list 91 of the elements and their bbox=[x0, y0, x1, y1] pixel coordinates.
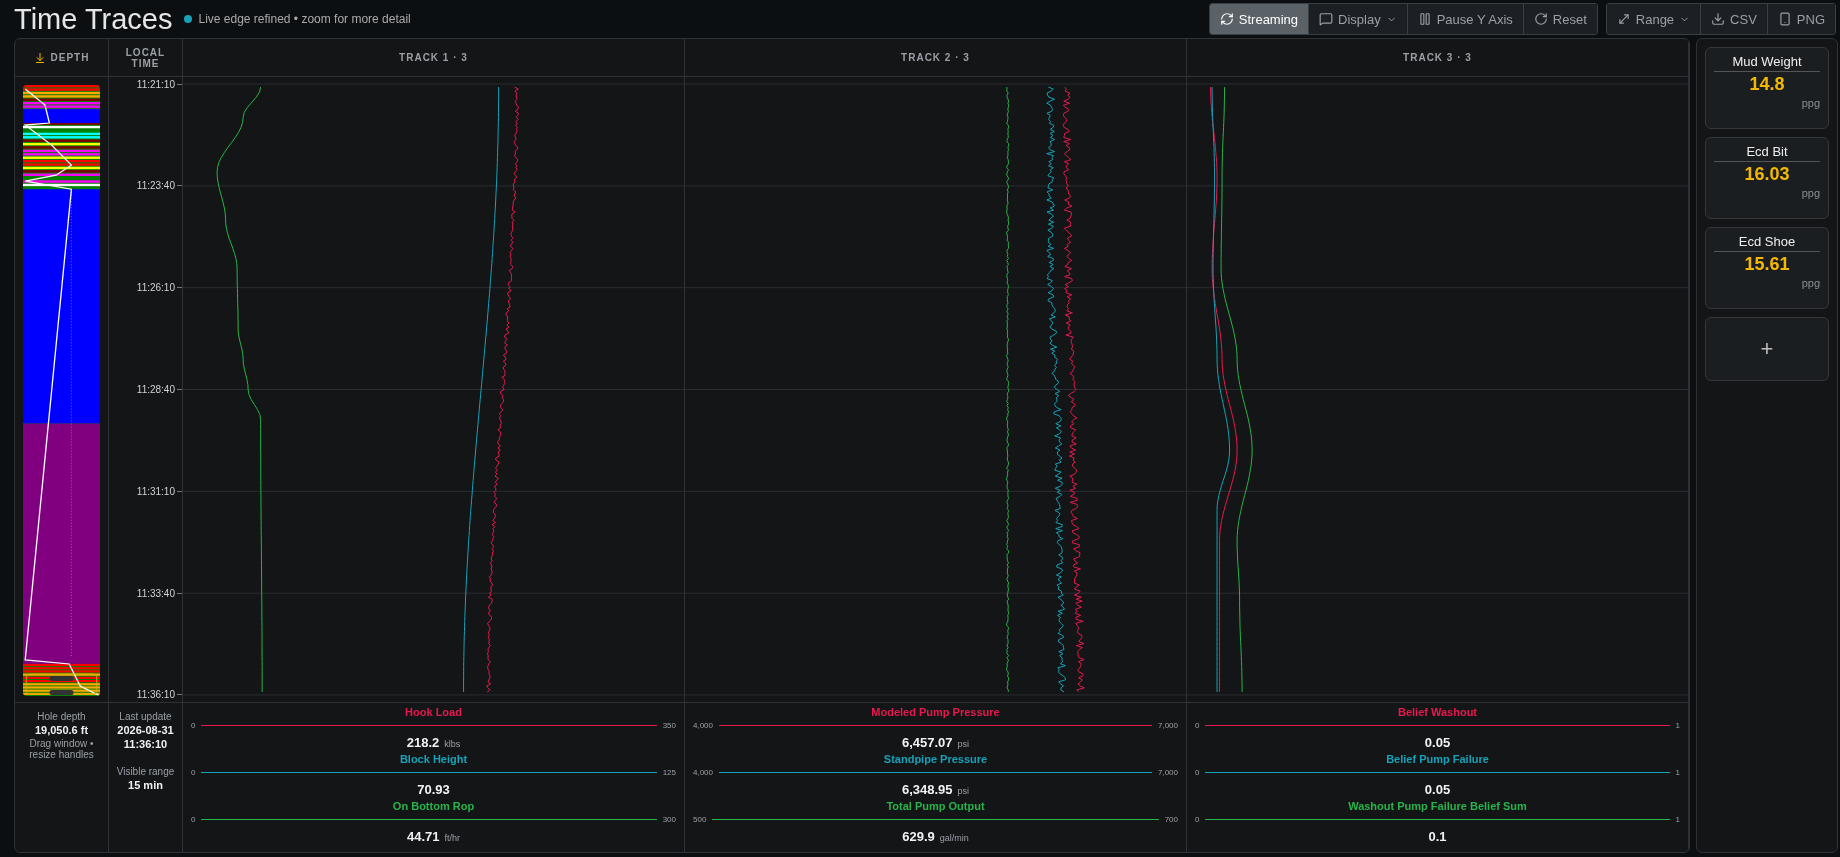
last-update-time: 11:36:10 bbox=[123, 738, 168, 750]
time-tick-label: 11:31:10 bbox=[136, 485, 175, 497]
refresh-icon bbox=[1219, 12, 1234, 26]
visible-range-label: Visible range bbox=[116, 766, 175, 777]
curve-value: 70.93 bbox=[417, 782, 450, 797]
scale-max: 1 bbox=[1675, 767, 1680, 777]
page-title: Time Traces bbox=[14, 2, 173, 36]
metric-value: 14.8 bbox=[1749, 74, 1785, 95]
curve-name: Block Height bbox=[399, 753, 468, 765]
scale-min: 500 bbox=[693, 814, 707, 824]
toolbar-button[interactable]: Range bbox=[1606, 4, 1701, 34]
curve-value: 0.05 bbox=[1424, 735, 1451, 750]
curve-name: Belief Washout bbox=[1397, 706, 1477, 718]
drag-hint: Drag window • resize handles bbox=[28, 738, 95, 760]
track-header: TRACK 3 · 3 bbox=[1403, 52, 1472, 63]
add-card-button[interactable]: + bbox=[1705, 317, 1829, 381]
scale-max: 7,000 bbox=[1157, 720, 1178, 730]
last-update-label: Last update bbox=[119, 711, 172, 722]
metric-title: Ecd Bit bbox=[1714, 144, 1820, 162]
time-tick-label: 11:26:10 bbox=[136, 282, 175, 294]
curve-unit: ft/hr bbox=[444, 833, 461, 843]
metric-unit: ppg bbox=[1801, 277, 1820, 289]
status-text: Live edge refined • zoom for more detail bbox=[198, 12, 411, 26]
curve-name: Belief Pump Failure bbox=[1386, 753, 1489, 765]
phone-icon bbox=[1777, 12, 1792, 26]
depth-strip-drawing[interactable] bbox=[23, 85, 100, 696]
curve-name: Modeled Pump Pressure bbox=[871, 706, 1000, 718]
curve-value: 0.1 bbox=[1428, 829, 1447, 844]
curve-name: Standpipe Pressure bbox=[883, 753, 988, 765]
metric-unit: ppg bbox=[1801, 187, 1820, 199]
resize-arrow-icon bbox=[1616, 12, 1631, 26]
last-update-date: 2026-08-31 bbox=[117, 724, 174, 736]
message-icon bbox=[1319, 12, 1334, 26]
time-tick-label: 11:23:40 bbox=[136, 180, 175, 192]
time-tick-label: 11:28:40 bbox=[136, 384, 175, 395]
scale-min: 0 bbox=[1195, 814, 1200, 824]
toolbar-button[interactable]: Reset bbox=[1522, 4, 1597, 34]
column-header: DEPTH bbox=[50, 52, 90, 63]
curve-name: Total Pump Output bbox=[886, 800, 985, 812]
toolbar-button[interactable]: Streaming bbox=[1209, 4, 1309, 34]
scale-max: 1 bbox=[1675, 814, 1680, 824]
curve-unit: klbs bbox=[444, 739, 461, 749]
toolbar-button[interactable]: PNG bbox=[1766, 4, 1835, 34]
curve-unit: psi bbox=[957, 786, 970, 796]
time-tick-label: 11:21:10 bbox=[136, 78, 175, 90]
scale-min: 4,000 bbox=[693, 720, 714, 730]
curve-name: Washout Pump Failure Belief Sum bbox=[1348, 800, 1527, 812]
hole-depth-label: Hole depth bbox=[37, 711, 86, 722]
scale-min: 4,000 bbox=[693, 767, 714, 777]
scale-max: 125 bbox=[662, 767, 676, 777]
curve-value: 6,348.95 bbox=[901, 782, 953, 797]
pause-icon bbox=[1417, 12, 1432, 26]
visible-range-value: 15 min bbox=[128, 779, 163, 791]
scale-min: 0 bbox=[1195, 767, 1200, 777]
track-header: TRACK 2 · 3 bbox=[901, 52, 970, 63]
scale-max: 350 bbox=[662, 720, 676, 730]
toolbar-button[interactable]: CSV bbox=[1700, 4, 1767, 34]
hole-depth-value: 19,050.6 ft bbox=[34, 724, 89, 736]
scale-min: 0 bbox=[191, 767, 196, 777]
toolbar-button[interactable]: Display bbox=[1308, 4, 1407, 34]
curve-name: On Bottom Rop bbox=[392, 800, 475, 812]
curve-unit: gal/min bbox=[939, 833, 969, 843]
metric-value: 16.03 bbox=[1744, 164, 1790, 185]
metric-card[interactable]: Ecd Bit 16.03 ppg bbox=[1705, 137, 1829, 219]
scale-min: 0 bbox=[191, 720, 196, 730]
curve-value: 0.05 bbox=[1424, 782, 1451, 797]
scale-min: 0 bbox=[191, 814, 196, 824]
curve-unit: psi bbox=[957, 739, 970, 749]
metric-card[interactable]: Mud Weight 14.8 ppg bbox=[1705, 47, 1829, 129]
scale-min: 0 bbox=[1195, 720, 1200, 730]
metric-value: 15.61 bbox=[1744, 254, 1790, 275]
reset-icon bbox=[1533, 12, 1548, 26]
column-header: LOCAL TIME bbox=[124, 46, 167, 69]
curve-name: Hook Load bbox=[405, 706, 462, 718]
metric-title: Ecd Shoe bbox=[1714, 234, 1820, 252]
track-header: TRACK 1 · 3 bbox=[399, 52, 468, 63]
curve-value: 44.71 bbox=[406, 829, 440, 844]
scale-max: 300 bbox=[662, 814, 676, 824]
scale-max: 700 bbox=[1164, 814, 1178, 824]
metric-title: Mud Weight bbox=[1714, 54, 1820, 72]
metric-card[interactable]: Ecd Shoe 15.61 ppg bbox=[1705, 227, 1829, 309]
time-tick-label: 11:33:40 bbox=[136, 587, 175, 599]
curve-value: 629.9 bbox=[902, 829, 935, 844]
toolbar-button[interactable]: Pause Y Axis bbox=[1406, 4, 1523, 34]
download-icon bbox=[1711, 12, 1726, 26]
time-tick-label: 11:36:10 bbox=[136, 689, 175, 701]
curve-value: 6,457.07 bbox=[901, 735, 953, 750]
scale-max: 7,000 bbox=[1157, 767, 1178, 777]
curve-value: 218.2 bbox=[406, 735, 440, 750]
scale-max: 1 bbox=[1675, 720, 1680, 730]
metric-unit: ppg bbox=[1801, 97, 1820, 109]
